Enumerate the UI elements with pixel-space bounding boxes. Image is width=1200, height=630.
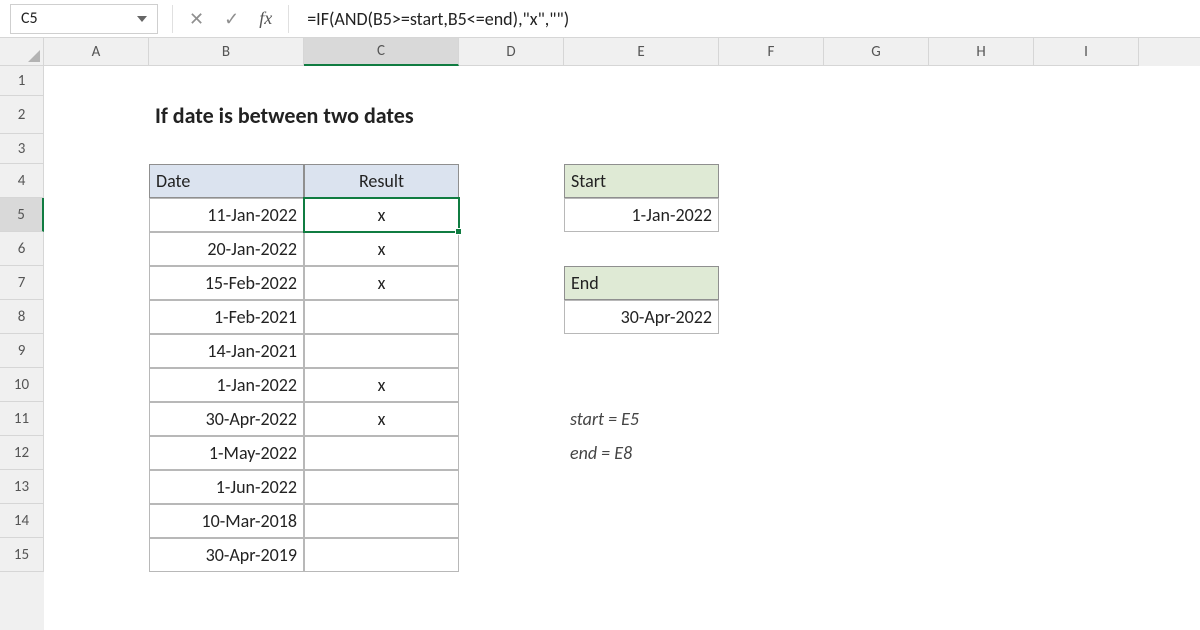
row-header-1[interactable]: 1 [0, 66, 44, 96]
table-cell-result-5[interactable] [304, 334, 459, 368]
accept-formula-button[interactable]: ✓ [214, 8, 249, 30]
column-headers: ABCDEFGHI [44, 38, 1200, 66]
row-header-6[interactable]: 6 [0, 232, 44, 266]
table-cell-date-1[interactable]: 11-Jan-2022 [149, 198, 304, 232]
chevron-down-icon[interactable] [137, 16, 147, 22]
spreadsheet-grid: ABCDEFGHI 123456789101112131415 If date … [0, 38, 1200, 630]
note-start: start = E5 [564, 402, 799, 436]
column-header-H[interactable]: H [929, 38, 1034, 66]
row-header-9[interactable]: 9 [0, 334, 44, 368]
table-cell-date-10[interactable]: 10-Mar-2018 [149, 504, 304, 538]
separator [288, 5, 289, 33]
table-cell-date-9[interactable]: 1-Jun-2022 [149, 470, 304, 504]
row-header-3[interactable]: 3 [0, 134, 44, 164]
name-box-value: C5 [21, 9, 38, 28]
end-value-cell[interactable]: 30-Apr-2022 [564, 300, 719, 334]
column-header-F[interactable]: F [719, 38, 824, 66]
table-cell-date-4[interactable]: 1-Feb-2021 [149, 300, 304, 334]
row-header-2[interactable]: 2 [0, 96, 44, 134]
select-all-corner[interactable] [0, 38, 44, 66]
table-cell-date-3[interactable]: 15-Feb-2022 [149, 266, 304, 300]
table-cell-date-8[interactable]: 1-May-2022 [149, 436, 304, 470]
row-header-10[interactable]: 10 [0, 368, 44, 402]
table-cell-result-9[interactable] [304, 470, 459, 504]
column-header-D[interactable]: D [459, 38, 564, 66]
column-header-G[interactable]: G [824, 38, 929, 66]
row-headers: 123456789101112131415 [0, 66, 44, 630]
table-cell-date-2[interactable]: 20-Jan-2022 [149, 232, 304, 266]
column-header-E[interactable]: E [564, 38, 719, 66]
table-cell-result-10[interactable] [304, 504, 459, 538]
start-value-cell[interactable]: 1-Jan-2022 [564, 198, 719, 232]
row-header-5[interactable]: 5 [0, 198, 44, 232]
table-cell-result-11[interactable] [304, 538, 459, 572]
column-header-C[interactable]: C [304, 38, 459, 66]
row-header-13[interactable]: 13 [0, 470, 44, 504]
table-cell-result-1[interactable]: x [304, 198, 459, 232]
table-cell-date-6[interactable]: 1-Jan-2022 [149, 368, 304, 402]
table-cell-result-3[interactable]: x [304, 266, 459, 300]
column-header-I[interactable]: I [1034, 38, 1139, 66]
table-cell-date-11[interactable]: 30-Apr-2019 [149, 538, 304, 572]
table-cell-date-5[interactable]: 14-Jan-2021 [149, 334, 304, 368]
page-title: If date is between two dates [149, 96, 564, 134]
table-header-result: Result [304, 164, 459, 198]
column-header-A[interactable]: A [44, 38, 149, 66]
end-label: End [564, 266, 719, 300]
table-header-date: Date [149, 164, 304, 198]
formula-input[interactable]: =IF(AND(B5>=start,B5<=end),"x","") [295, 0, 1200, 37]
cells-area[interactable]: If date is between two dates DateResult11… [44, 66, 1200, 630]
fx-icon[interactable]: fx [249, 8, 282, 29]
row-header-8[interactable]: 8 [0, 300, 44, 334]
cancel-formula-button[interactable]: ✕ [179, 8, 214, 30]
row-header-11[interactable]: 11 [0, 402, 44, 436]
start-label: Start [564, 164, 719, 198]
name-box[interactable]: C5 [10, 4, 158, 34]
formula-bar: C5 ✕ ✓ fx =IF(AND(B5>=start,B5<=end),"x"… [0, 0, 1200, 38]
table-cell-result-2[interactable]: x [304, 232, 459, 266]
table-cell-result-7[interactable]: x [304, 402, 459, 436]
table-cell-date-7[interactable]: 30-Apr-2022 [149, 402, 304, 436]
row-header-4[interactable]: 4 [0, 164, 44, 198]
formula-text: =IF(AND(B5>=start,B5<=end),"x","") [307, 8, 569, 30]
column-header-B[interactable]: B [149, 38, 304, 66]
row-header-15[interactable]: 15 [0, 538, 44, 572]
table-cell-result-8[interactable] [304, 436, 459, 470]
separator [172, 5, 173, 33]
row-header-12[interactable]: 12 [0, 436, 44, 470]
note-end: end = E8 [564, 436, 799, 470]
table-cell-result-6[interactable]: x [304, 368, 459, 402]
row-header-7[interactable]: 7 [0, 266, 44, 300]
row-header-14[interactable]: 14 [0, 504, 44, 538]
table-cell-result-4[interactable] [304, 300, 459, 334]
